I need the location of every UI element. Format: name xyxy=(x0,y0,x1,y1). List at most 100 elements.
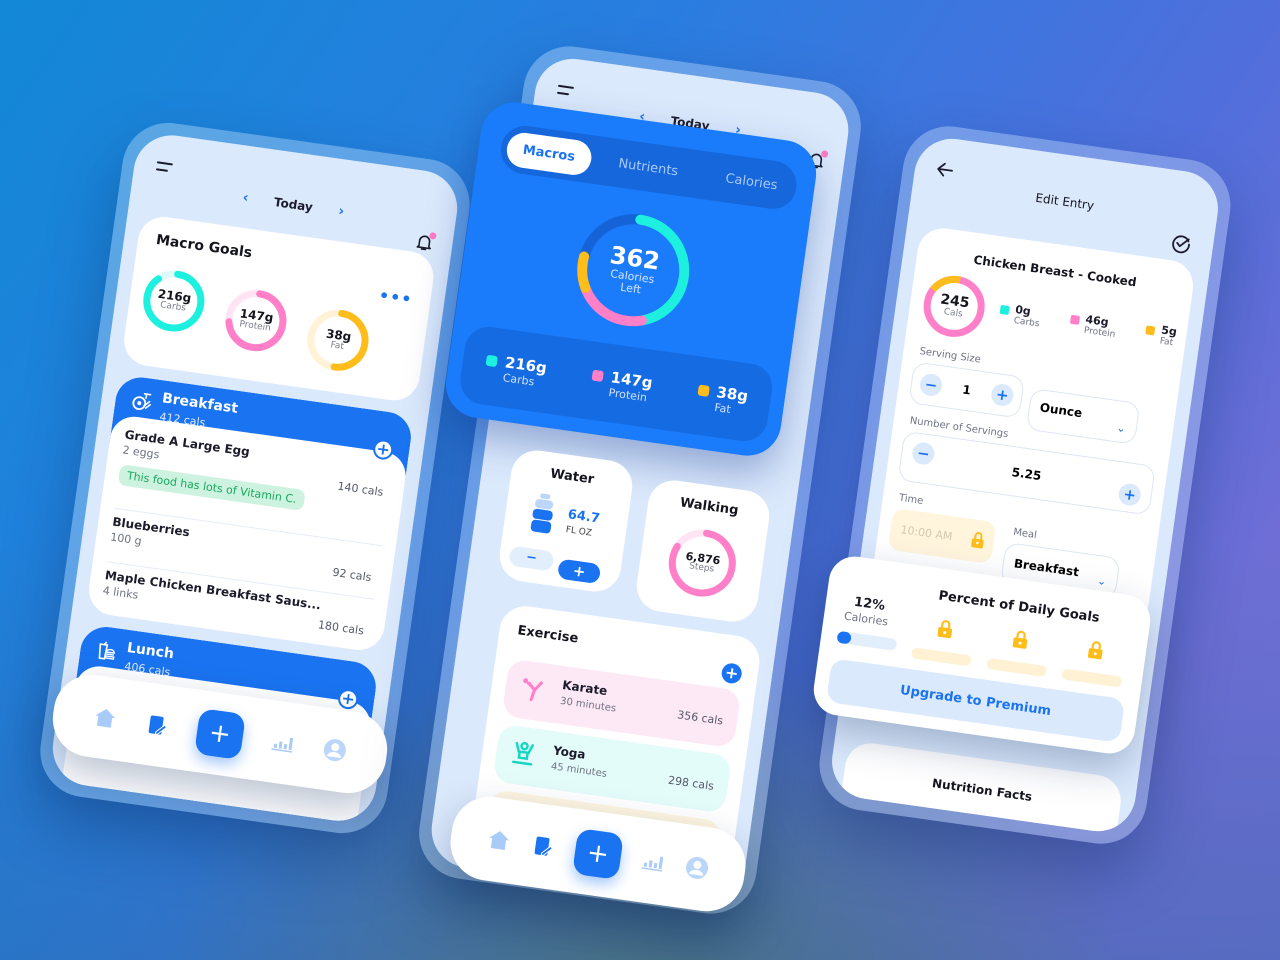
yoga-icon xyxy=(510,740,536,773)
add-entry-button[interactable]: + xyxy=(571,828,624,880)
lock-icon xyxy=(1087,640,1104,664)
macro-item: 46g Protein xyxy=(1068,311,1117,340)
notification-dot xyxy=(428,231,437,240)
macros-summary-card: Macros Nutrients Calories 362 Calories L… xyxy=(441,98,821,460)
meal-value: Breakfast xyxy=(1013,556,1080,580)
macro-item: 5g Fat xyxy=(1144,321,1178,349)
macro-ring-fat: 38g Fat xyxy=(302,304,374,376)
profile-icon[interactable] xyxy=(321,737,348,764)
macro-label: Fat xyxy=(1159,336,1174,349)
macro-ring-protein: 147g Protein xyxy=(220,284,292,356)
add-exercise-button[interactable]: + xyxy=(720,662,743,685)
diary-icon[interactable] xyxy=(144,712,171,739)
steps-ring: 6,876 Steps xyxy=(662,522,743,603)
stats-icon[interactable] xyxy=(269,729,296,756)
exercise-cals: 356 cals xyxy=(676,708,724,728)
water-increase-button[interactable]: + xyxy=(556,558,602,585)
profile-icon[interactable] xyxy=(683,854,710,881)
fat-swatch xyxy=(697,383,710,397)
breakfast-card: Breakfast 412 cals + Grade A Large Egg 2… xyxy=(85,374,415,654)
serving-unit-select[interactable]: Ounce ⌄ xyxy=(1025,387,1141,445)
lock-icon xyxy=(937,619,954,643)
locked-goal-bar xyxy=(910,647,972,667)
macro-ring-carbs: 216g Carbs xyxy=(138,265,210,337)
water-title: Water xyxy=(549,466,596,488)
exercise-name: Karate xyxy=(561,677,609,699)
exercise-duration: 45 minutes xyxy=(550,761,608,780)
add-entry-button[interactable]: + xyxy=(193,708,246,760)
macro-legend-item: 216g Carbs xyxy=(483,350,548,389)
notification-dot xyxy=(820,150,829,158)
carbs-swatch xyxy=(485,354,498,367)
date-label: Today xyxy=(273,195,314,215)
karate-icon xyxy=(519,676,545,707)
serving-decrease-button[interactable]: − xyxy=(918,372,944,398)
menu-icon[interactable] xyxy=(556,84,575,97)
servings-value[interactable]: 5.25 xyxy=(901,450,1152,499)
stats-icon[interactable] xyxy=(639,848,666,875)
calories-left-label-2: Left xyxy=(619,280,642,297)
lunch-icon xyxy=(95,640,118,667)
water-value: 64.7 xyxy=(566,507,601,527)
exercise-duration: 30 minutes xyxy=(559,695,617,715)
tab-nutrients[interactable]: Nutrients xyxy=(617,156,679,179)
fat-swatch xyxy=(1145,325,1156,336)
check-circle-icon[interactable] xyxy=(1169,232,1192,259)
chevron-right-icon[interactable]: › xyxy=(337,203,345,220)
ring-label: Carbs xyxy=(159,299,187,314)
carbs-swatch xyxy=(999,304,1010,316)
protein-swatch xyxy=(591,369,604,382)
food-cals-label: Cals xyxy=(943,306,964,320)
walking-title: Walking xyxy=(679,495,740,519)
calories-left-ring: 362 Calories Left xyxy=(568,205,699,336)
breakfast-list: + Grade A Large Egg 2 eggs This food has… xyxy=(85,413,409,654)
calories-progress-fill xyxy=(836,630,852,645)
chevron-down-icon: ⌄ xyxy=(1096,574,1108,589)
lock-icon xyxy=(970,531,985,552)
locked-goal-bar xyxy=(986,657,1048,678)
time-value: 10:00 AM xyxy=(899,523,954,544)
bell-icon[interactable] xyxy=(415,231,437,252)
chevron-left-icon[interactable]: ‹ xyxy=(242,190,250,207)
home-icon[interactable] xyxy=(92,704,119,731)
lock-icon xyxy=(1012,629,1029,653)
macro-legend-item: 147g Protein xyxy=(589,365,654,404)
meal-label: Meal xyxy=(1012,526,1038,542)
serving-size-value[interactable]: 1 xyxy=(962,382,972,397)
food-macros: 0g Carbs 46g Protein 5g Fat xyxy=(998,301,1178,349)
lunch-title: Lunch xyxy=(126,639,175,663)
water-bottle-icon xyxy=(529,492,557,539)
steps-label: Steps xyxy=(688,561,715,575)
tab-bar: Macros Nutrients Calories xyxy=(497,122,800,212)
locked-goal[interactable] xyxy=(910,616,976,667)
macro-goals-title: Macro Goals xyxy=(155,232,254,262)
tab-macros[interactable]: Macros xyxy=(504,130,594,177)
macro-item: 0g Carbs xyxy=(998,301,1042,329)
calories-progress-bar xyxy=(836,630,898,651)
more-horizontal-icon[interactable]: ••• xyxy=(378,286,414,310)
menu-icon[interactable] xyxy=(155,161,173,173)
servings-stepper: − 5.25 + xyxy=(897,430,1156,516)
time-label: Time xyxy=(898,492,924,507)
page-title: Edit Entry xyxy=(1034,190,1095,213)
diary-icon[interactable] xyxy=(530,833,557,860)
serving-unit-value: Ounce xyxy=(1038,400,1084,421)
water-decrease-button[interactable]: − xyxy=(508,545,555,572)
breakfast-icon xyxy=(130,390,153,417)
serving-size-stepper: − 1 + xyxy=(908,361,1026,419)
protein-swatch xyxy=(1069,314,1080,325)
chevron-down-icon: ⌄ xyxy=(1115,421,1127,436)
macro-legend-item: 38g Fat xyxy=(695,380,749,418)
exercise-title: Exercise xyxy=(516,623,580,647)
ring-label: Fat xyxy=(329,339,345,352)
serving-increase-button[interactable]: + xyxy=(989,382,1015,408)
locked-goal[interactable] xyxy=(986,626,1051,678)
exercise-name: Yoga xyxy=(552,743,587,762)
water-card[interactable]: Water 64.7 FL OZ − + xyxy=(496,447,636,595)
locked-goal-bar xyxy=(1061,668,1123,688)
home-icon[interactable] xyxy=(486,827,513,854)
tab-calories[interactable]: Calories xyxy=(725,171,779,193)
exercise-cals: 298 cals xyxy=(667,773,715,793)
walking-card[interactable]: Walking 6,876 Steps xyxy=(633,477,773,625)
locked-goal[interactable] xyxy=(1061,637,1126,688)
